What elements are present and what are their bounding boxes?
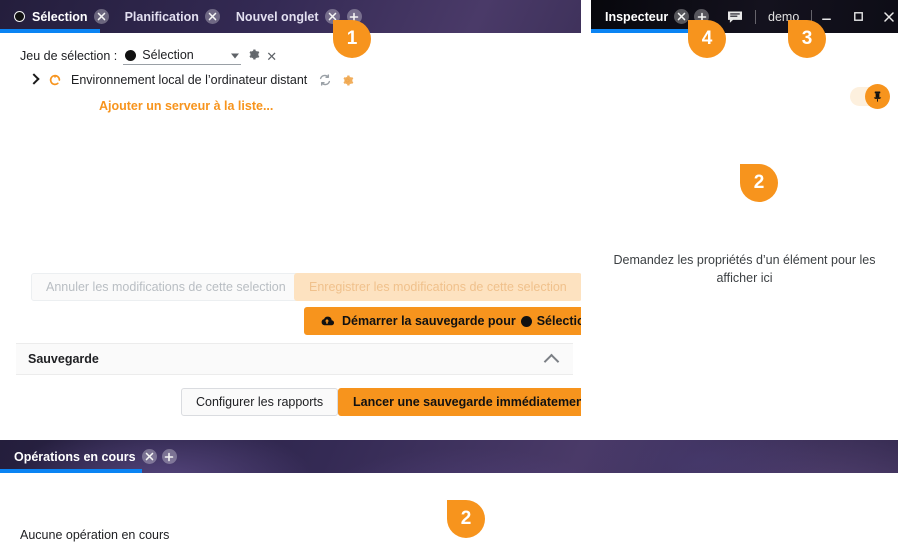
- selection-set-dropdown[interactable]: Sélection: [123, 47, 242, 65]
- selection-set-label: Jeu de sélection :: [20, 49, 118, 63]
- chat-icon[interactable]: [727, 10, 743, 24]
- tree-node-row[interactable]: Environnement local de l’ordinateur dist…: [0, 65, 581, 87]
- add-server-link[interactable]: Ajouter un serveur à la liste...: [0, 87, 581, 113]
- callout-badge-2: 2: [740, 164, 778, 202]
- selection-set-remove-icon[interactable]: ✕: [266, 50, 277, 63]
- close-window-icon[interactable]: [881, 6, 898, 28]
- selection-set-row: Jeu de sélection : Sélection ✕: [0, 33, 581, 65]
- callout-badge-5: 2: [447, 500, 485, 538]
- tab-planification-label: Planification: [124, 9, 199, 24]
- close-tab-operations-icon[interactable]: [141, 449, 157, 464]
- start-backup-target-dot-icon: [520, 315, 532, 327]
- spinner-icon: [48, 73, 62, 87]
- add-operations-tab-icon[interactable]: [161, 449, 177, 464]
- run-backup-now-button[interactable]: Lancer une sauvegarde immédiatement: [338, 388, 581, 416]
- application-window: Sélection Planification Nouvel onglet Je…: [0, 0, 898, 548]
- sauvegarde-section-title: Sauvegarde: [28, 352, 99, 366]
- close-tab-planification-icon[interactable]: [204, 9, 220, 24]
- selection-set-dot-icon: [14, 11, 25, 22]
- tab-nouvel-onglet[interactable]: Nouvel onglet: [230, 0, 325, 33]
- cloud-upload-icon: [319, 315, 335, 328]
- inspector-panel: Inspecteur demo Demandez les propriétés …: [591, 0, 898, 436]
- selection-panel-body: Jeu de sélection : Sélection ✕ Environne…: [0, 33, 581, 436]
- selection-set-value-dot-icon: [125, 49, 137, 61]
- tab-planification[interactable]: Planification: [119, 0, 205, 33]
- callout-badge-3: 3: [788, 20, 826, 58]
- cancel-changes-button[interactable]: Annuler les modifications de cette selec…: [31, 273, 301, 301]
- selection-set-value: Sélection: [142, 48, 194, 62]
- start-backup-button[interactable]: Démarrer la sauvegarde pour Sélection: [304, 307, 581, 335]
- chevron-up-icon[interactable]: [545, 352, 559, 366]
- start-backup-label: Démarrer la sauvegarde pour: [342, 314, 516, 328]
- chevron-right-icon[interactable]: [29, 75, 39, 85]
- left-panel-tabbar: Sélection Planification Nouvel onglet: [0, 0, 581, 33]
- tab-inspecteur-label: Inspecteur: [605, 9, 669, 24]
- maximize-icon[interactable]: [849, 6, 866, 28]
- callout-badge-1: 1: [333, 20, 371, 58]
- callout-badge-4: 4: [688, 20, 726, 58]
- selection-set-gear-icon[interactable]: [247, 48, 260, 64]
- operations-panel: Opérations en cours Aucune opération en …: [0, 440, 898, 548]
- minimize-icon[interactable]: [818, 6, 835, 28]
- tab-nouvel-onglet-label: Nouvel onglet: [235, 9, 319, 24]
- configure-reports-button[interactable]: Configurer les rapports: [181, 388, 339, 416]
- refresh-icon[interactable]: [318, 73, 332, 87]
- pin-toggle[interactable]: [850, 84, 890, 109]
- tree-node-gear-icon[interactable]: [341, 74, 354, 87]
- tree-node-label: Environnement local de l’ordinateur dist…: [71, 73, 308, 87]
- selection-panel: Sélection Planification Nouvel onglet Je…: [0, 0, 581, 436]
- sauvegarde-section-header[interactable]: Sauvegarde: [16, 343, 573, 375]
- operations-tabbar: Opérations en cours: [0, 440, 898, 473]
- tab-selection-label: Sélection: [32, 9, 88, 24]
- chevron-down-icon[interactable]: [231, 53, 240, 58]
- pin-icon[interactable]: [865, 84, 890, 109]
- save-changes-button[interactable]: Enregistrer les modifications de cette s…: [294, 273, 581, 301]
- start-backup-target-label: Sélection: [536, 314, 581, 328]
- operations-empty-message: Aucune opération en cours: [20, 528, 170, 542]
- inspector-empty-message: Demandez les propriétés d’un élément pou…: [613, 253, 876, 286]
- close-tab-inspecteur-icon[interactable]: [674, 9, 690, 24]
- inspector-body: Demandez les propriétés d’un élément pou…: [591, 33, 898, 436]
- close-tab-selection-icon[interactable]: [93, 9, 109, 24]
- inspector-tabbar: Inspecteur demo: [591, 0, 898, 33]
- tab-operations-label: Opérations en cours: [14, 449, 136, 464]
